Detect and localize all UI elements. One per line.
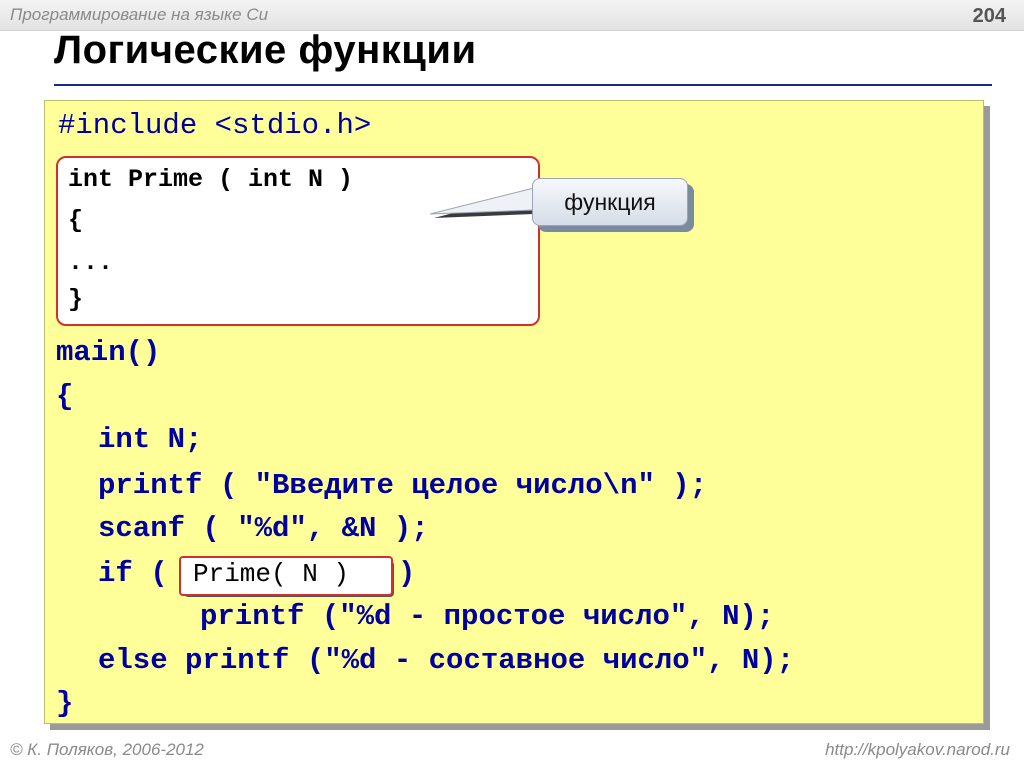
footer-author: © К. Поляков, 2006-2012	[10, 740, 204, 759]
function-line: }	[68, 285, 84, 314]
code-main: main()	[56, 336, 161, 369]
function-line: ...	[68, 248, 114, 277]
slide-topic: Программирование на языке Си	[10, 5, 269, 24]
code-if-suffix: )	[398, 557, 416, 590]
footer-url[interactable]: http://kpolyakov.narod.ru	[825, 740, 1010, 760]
code-else: else printf ("%d - составное число", N);	[98, 644, 795, 677]
callout-pointer	[430, 187, 535, 218]
code-close-brace: }	[56, 687, 74, 720]
code-declaration: int N;	[98, 423, 203, 456]
code-scanf: scanf ( "%d", &N );	[98, 512, 429, 545]
code-include: #include <stdio.h>	[58, 109, 372, 142]
code-if-prefix: if (	[98, 557, 168, 590]
prime-call: Prime( N )	[193, 559, 350, 589]
title-divider	[54, 84, 992, 86]
code-printf-prompt: printf ( "Введите целое число\n" );	[98, 469, 708, 502]
slide-title: Логические функции	[54, 28, 477, 72]
code-open-brace: {	[56, 380, 74, 413]
function-line: {	[68, 206, 84, 235]
function-callout: функция	[532, 178, 688, 226]
function-line: int Prime ( int N )	[68, 165, 354, 194]
page-number: 204	[972, 5, 1006, 27]
code-printf-prime: printf ("%d - простое число", N);	[200, 600, 775, 633]
